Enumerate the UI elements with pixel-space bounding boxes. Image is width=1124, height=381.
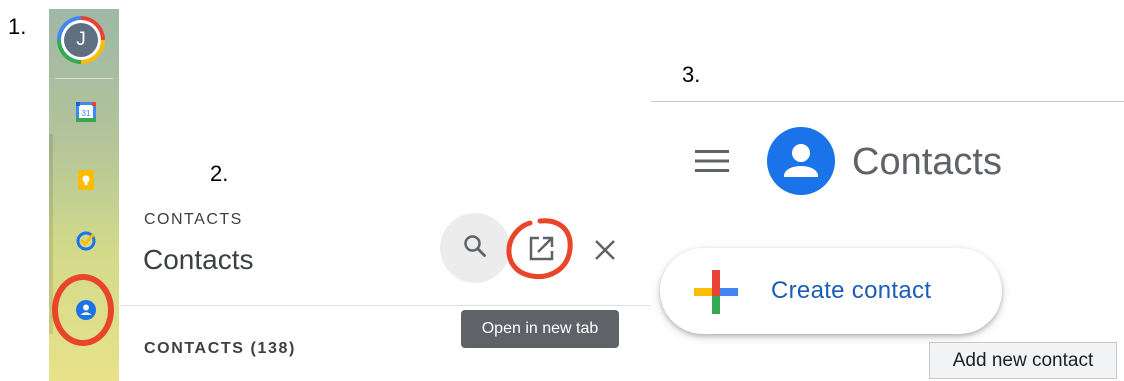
add-new-contact-tooltip: Add new contact	[929, 342, 1117, 379]
app-top-border	[651, 101, 1124, 102]
hamburger-menu-icon	[695, 150, 729, 178]
side-panel-strip: J 31	[49, 9, 119, 381]
close-icon	[592, 240, 618, 267]
contacts-list-header: CONTACTS (138)	[144, 340, 296, 357]
open-in-new-tab-tooltip: Open in new tab	[461, 310, 619, 348]
panel-section-title: CONTACTS	[144, 211, 243, 228]
create-contact-button[interactable]: Create contact	[660, 248, 1002, 334]
step-label-1: 1.	[8, 14, 27, 39]
step-label-2: 2.	[210, 161, 229, 186]
calendar-day: 31	[82, 109, 91, 118]
account-avatar[interactable]: J	[57, 16, 105, 64]
contacts-logo-icon	[767, 127, 835, 195]
highlight-scribble	[506, 218, 573, 280]
search-icon	[462, 233, 488, 264]
step-label-3: 3.	[682, 62, 701, 87]
panel-divider	[121, 305, 651, 306]
highlight-circle	[52, 274, 114, 346]
keep-icon[interactable]	[75, 169, 97, 191]
create-contact-label: Create contact	[771, 277, 932, 304]
panel-title: Contacts	[143, 244, 254, 275]
avatar-letter: J	[64, 23, 98, 57]
main-menu-button[interactable]	[695, 148, 729, 174]
calendar-icon[interactable]: 31	[75, 101, 97, 123]
tasks-icon[interactable]	[75, 230, 97, 252]
app-title: Contacts	[852, 141, 1002, 183]
colorful-plus-icon	[694, 270, 738, 314]
close-button[interactable]	[592, 237, 618, 263]
strip-divider	[55, 78, 113, 79]
